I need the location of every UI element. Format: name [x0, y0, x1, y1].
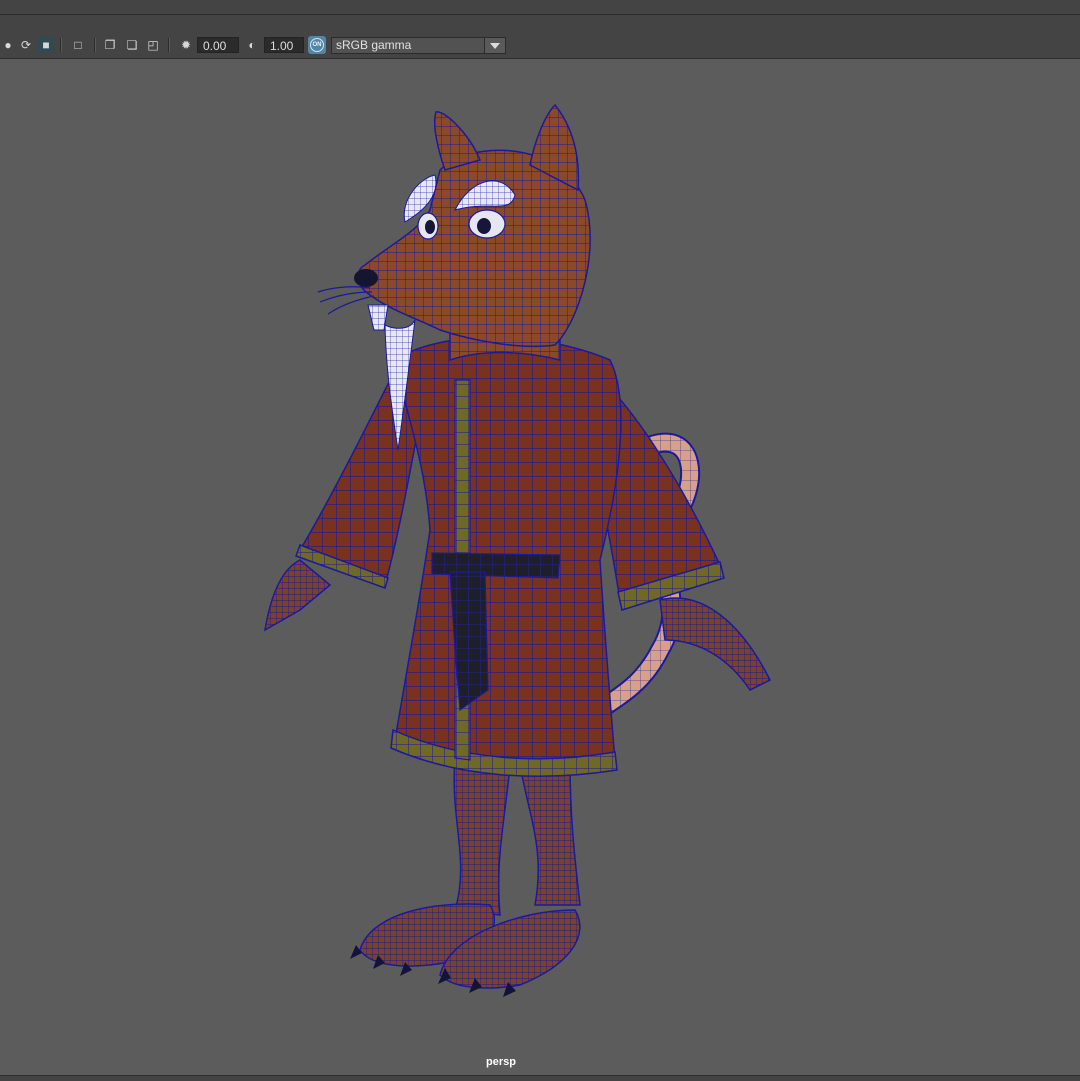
xray-icon[interactable]: ⟳	[18, 37, 34, 53]
view-transform-value: sRGB gamma	[336, 38, 412, 52]
toolbar-separator	[94, 38, 96, 52]
exposure-field[interactable]: 0.00	[197, 37, 239, 53]
exposure-icon[interactable]: ✹	[178, 37, 194, 53]
panel-menu-bar	[0, 15, 1080, 31]
isolate-icon[interactable]: ●	[0, 37, 16, 53]
gamma-icon[interactable]: ◐	[244, 37, 260, 53]
viewport-toolbar: ● ⟳ ■ □ ❐ ❏ ◰ ✹ 0.00 ◐ 1.00 ON sRGB gamm…	[0, 31, 1080, 59]
toolbar-separator	[168, 38, 170, 52]
gamma-field[interactable]: 1.00	[264, 37, 304, 53]
nose	[354, 269, 378, 287]
dropdown-arrow-icon[interactable]	[484, 38, 505, 53]
camera-label: persp	[486, 1056, 516, 1068]
right-hand	[659, 597, 772, 691]
toolbar-separator	[60, 38, 62, 52]
robe-body	[394, 336, 622, 769]
viewport-persp[interactable]	[0, 59, 1080, 1075]
film-gate-icon[interactable]: ◰	[145, 37, 161, 53]
safe-area-icon[interactable]: ❏	[124, 37, 140, 53]
left-leg	[453, 759, 511, 916]
rat-character-model[interactable]	[0, 59, 1080, 1075]
left-ear	[433, 111, 482, 171]
window-top-strip	[0, 0, 1080, 14]
backface-icon[interactable]: ■	[38, 37, 54, 53]
select-highlight-icon[interactable]: □	[70, 37, 86, 53]
view-transform-select[interactable]: sRGB gamma	[331, 37, 506, 54]
color-management-icon[interactable]: ON	[308, 36, 326, 54]
color-management-badge: ON	[310, 38, 324, 52]
resolution-gate-icon[interactable]: ❐	[102, 37, 118, 53]
window-bottom-strip	[0, 1075, 1080, 1081]
head	[357, 149, 591, 348]
left-hand	[264, 559, 332, 632]
teeth	[367, 304, 389, 331]
right-leg	[519, 759, 581, 906]
